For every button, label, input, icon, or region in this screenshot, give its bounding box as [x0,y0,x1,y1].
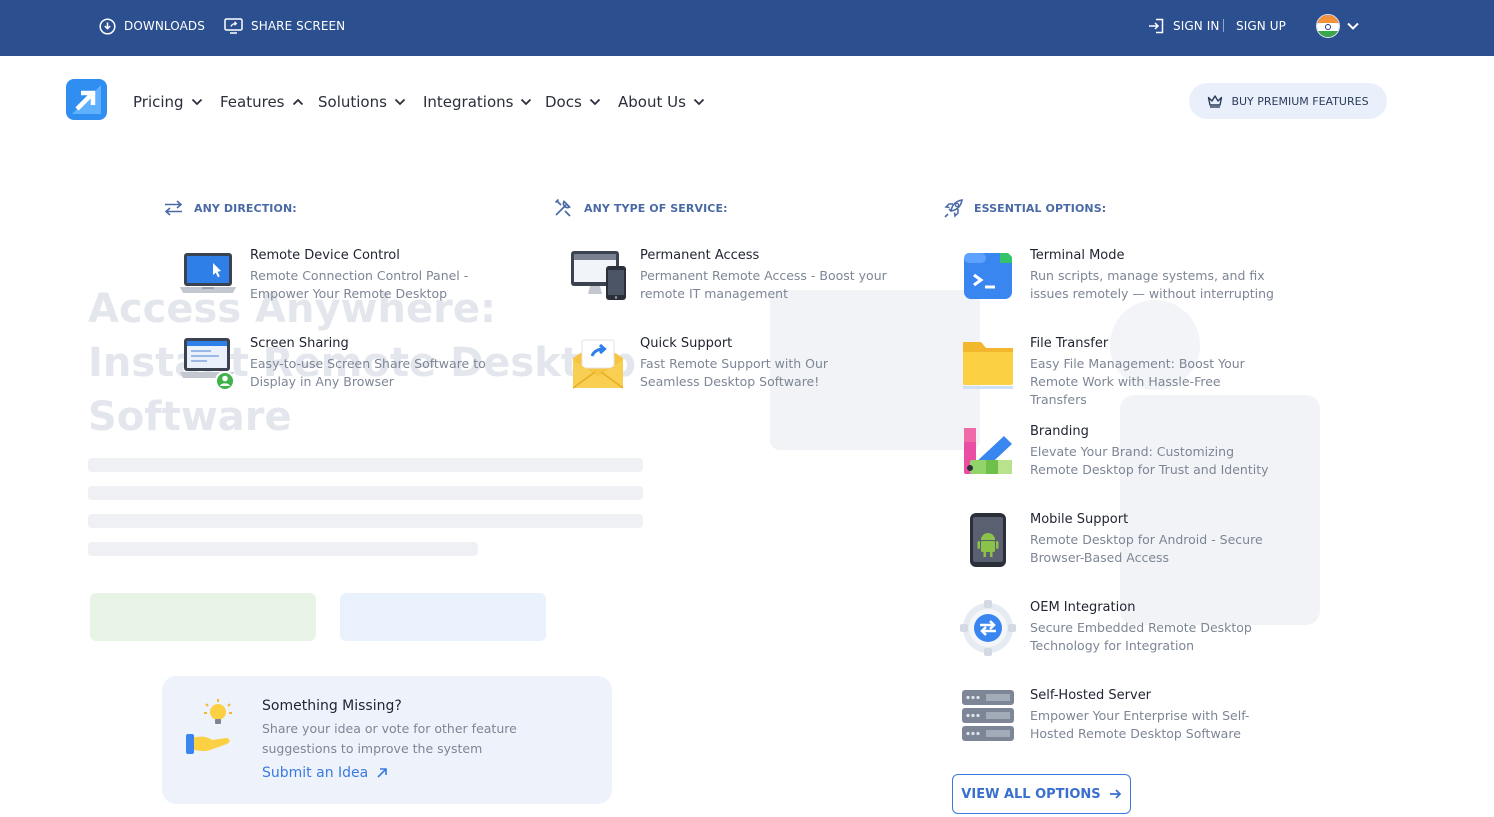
chevron-down-icon [191,98,202,106]
nav-pricing-label: Pricing [133,93,184,111]
nav-solutions-label: Solutions [318,93,387,111]
idea-hand-icon [186,699,232,754]
item-title: Branding [1030,424,1089,439]
nav-about-us-label: About Us [618,93,686,111]
logo[interactable] [66,79,107,120]
section-essential-options: ESSENTIAL OPTIONS: [943,198,1106,218]
view-all-options-button[interactable]: VIEW ALL OPTIONS [952,774,1131,814]
laptop-cursor-icon [180,253,236,293]
swap-arrows-icon [164,200,183,216]
view-all-options-label: VIEW ALL OPTIONS [961,786,1101,802]
top-bar: DOWNLOADS SHARE SCREEN SIGN IN SIGN UP [0,0,1494,56]
nav-features-label: Features [220,93,285,111]
rocket-icon [944,198,963,218]
section-essential-options-title: ESSENTIAL OPTIONS: [974,201,1107,215]
item-title: Mobile Support [1030,512,1129,527]
sign-up-link[interactable]: SIGN UP [1236,0,1286,52]
share-screen-link[interactable]: SHARE SCREEN [224,0,345,52]
gear-arrows-icon [960,600,1016,656]
item-description: Permanent Remote Access - Boost your rem… [640,268,887,301]
item-title: Permanent Access [640,248,760,263]
arrow-up-right-icon [377,768,388,778]
section-any-direction: ANY DIRECTION: [163,198,297,218]
palette-icon [964,428,1012,474]
item-description: Run scripts, manage systems, and fix iss… [1030,268,1274,301]
hero-text-line [88,514,643,528]
nav-solutions[interactable]: Solutions [318,88,406,116]
item-title: OEM Integration [1030,600,1136,615]
chevron-down-icon [589,98,600,106]
missing-title: Something Missing? [262,698,402,714]
sign-in-label: SIGN IN [1173,19,1220,33]
sign-in-icon [1149,18,1164,34]
item-title: Terminal Mode [1030,248,1125,263]
buy-premium-label: BUY PREMIUM FEATURES [1231,94,1369,108]
nav-features[interactable]: Features [220,88,304,116]
tools-icon [554,198,571,217]
server-icon [962,690,1014,741]
submit-idea-label: Submit an Idea [262,765,369,781]
section-any-direction-title: ANY DIRECTION: [194,201,297,215]
screen-share-icon [180,338,235,391]
topbar-divider [1223,19,1224,32]
something-missing-card: Something Missing? Share your idea or vo… [162,676,612,804]
item-title: File Transfer [1030,336,1109,351]
nav-integrations[interactable]: Integrations [423,88,532,116]
share-screen-icon [224,18,243,34]
share-screen-label: SHARE SCREEN [251,19,346,33]
hero-primary-button [90,593,316,641]
logo-arrow-icon [72,85,101,114]
hero-text-line [88,458,643,472]
item-description: Elevate Your Brand: Customizing Remote D… [1030,444,1269,477]
folder-icon [963,342,1013,389]
arrow-right-icon [1109,789,1121,799]
nav-about-us[interactable]: About Us [618,88,705,116]
chevron-down-icon[interactable] [1346,21,1360,31]
section-any-type-of-service-title: ANY TYPE OF SERVICE: [584,201,728,215]
item-title: Screen Sharing [250,336,349,351]
submit-idea-link[interactable]: Submit an Idea [262,765,388,781]
missing-description: Share your idea or vote for other featur… [262,721,517,756]
item-description: Remote Connection Control Panel - Empowe… [250,268,469,301]
nav-pricing[interactable]: Pricing [133,88,203,116]
download-icon [99,17,116,35]
item-description: Secure Embedded Remote Desktop Technolog… [1030,620,1252,653]
envelope-share-icon [572,339,624,389]
sign-up-label: SIGN UP [1236,19,1286,33]
hero-text-line [88,486,643,500]
downloads-link[interactable]: DOWNLOADS [99,0,205,52]
terminal-icon [964,253,1012,299]
sign-in-link[interactable]: SIGN IN [1148,0,1219,52]
hero-device [1120,395,1320,625]
hero-text-line [88,542,478,556]
india-flag-icon[interactable] [1316,14,1340,38]
android-phone-icon [970,513,1006,567]
item-description: Easy File Management: Boost Your Remote … [1030,356,1245,407]
item-description: Easy-to-use Screen Share Software to Dis… [250,356,486,389]
section-any-type-of-service: ANY TYPE OF SERVICE: [553,198,728,218]
item-description: Fast Remote Support with Our Seamless De… [640,356,829,389]
item-title: Self-Hosted Server [1030,688,1152,703]
nav-integrations-label: Integrations [423,93,514,111]
chevron-down-icon [521,98,532,106]
crown-icon [1208,95,1223,108]
chevron-down-icon [394,98,406,106]
item-title: Quick Support [640,336,733,351]
item-description: Remote Desktop for Android - Secure Brow… [1030,532,1263,565]
item-title: Remote Device Control [250,248,400,263]
item-description: Empower Your Enterprise with Self-Hosted… [1030,708,1250,741]
nav-docs-label: Docs [545,93,582,111]
buy-premium-button[interactable]: BUY PREMIUM FEATURES [1189,83,1387,119]
chevron-down-icon [693,98,705,106]
chevron-up-icon [292,98,303,106]
downloads-label: DOWNLOADS [124,19,205,33]
hero-secondary-button [340,593,546,641]
nav-docs[interactable]: Docs [545,88,601,116]
monitor-phone-icon [571,251,626,300]
